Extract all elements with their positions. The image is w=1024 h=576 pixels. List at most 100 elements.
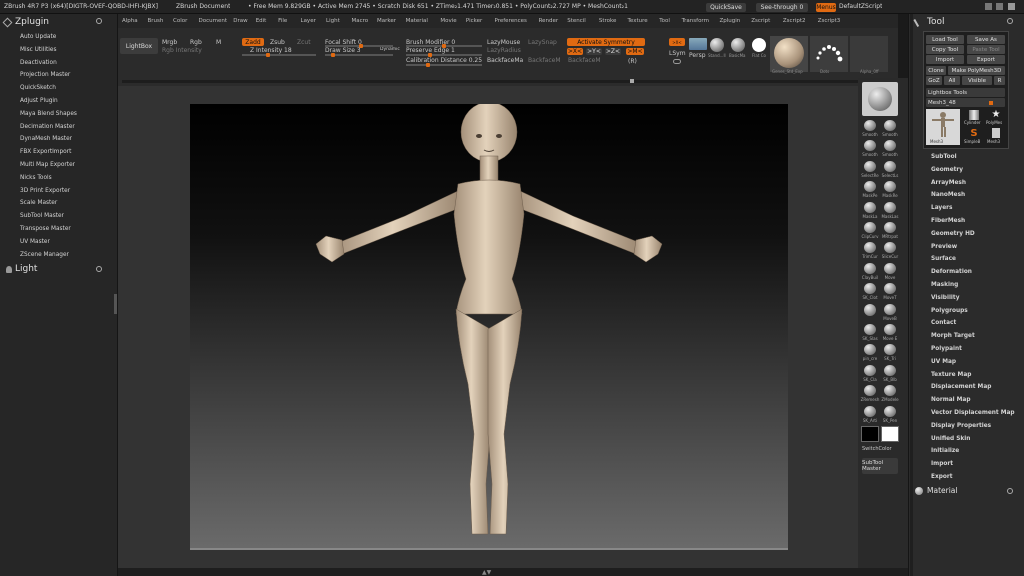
gyro-icon[interactable] xyxy=(673,59,681,64)
brush-button[interactable]: pin_cre xyxy=(860,344,880,361)
default-zscript-button[interactable]: DefaultZScript xyxy=(839,3,882,10)
menu-alpha[interactable]: Alpha xyxy=(122,18,138,24)
menu-movie[interactable]: Movie xyxy=(440,18,456,24)
all-button[interactable]: All xyxy=(944,76,960,85)
symmetry-x-button[interactable]: >X< xyxy=(567,48,583,55)
tool-thumb-mesh[interactable]: Mesh3 xyxy=(926,109,960,145)
zplugin-item[interactable]: Multi Map Exporter xyxy=(20,162,75,168)
lazyradius-slider[interactable]: LazyRadius xyxy=(487,47,521,54)
slider-knob[interactable] xyxy=(266,53,270,57)
brush-button[interactable]: ClipCurv xyxy=(860,222,880,239)
restore-icon[interactable] xyxy=(996,3,1003,10)
brush-thumbnail[interactable] xyxy=(710,38,724,52)
zplugin-item[interactable]: SubTool Master xyxy=(20,213,64,219)
paste-tool-button[interactable]: Paste Tool xyxy=(967,45,1005,54)
document-viewport[interactable] xyxy=(190,101,788,550)
brush-button[interactable]: SK_Cla xyxy=(860,364,880,382)
figure-model[interactable] xyxy=(190,101,788,550)
brush-button[interactable]: Move xyxy=(880,262,900,280)
menu-transform[interactable]: Transform xyxy=(682,18,709,24)
brush-button[interactable]: Smooth xyxy=(860,140,880,157)
subpalette-surface[interactable]: Surface xyxy=(931,256,956,262)
subpalette-deformation[interactable]: Deformation xyxy=(931,269,972,275)
switch-color-button[interactable]: SwitchColor xyxy=(862,446,892,452)
activate-symmetry-button[interactable]: Activate Symmetry xyxy=(567,38,645,46)
zplugin-item[interactable]: Adjust Plugin xyxy=(20,98,58,104)
rgb-intensity-slider[interactable]: Rgb Intensity xyxy=(162,47,202,54)
visible-button[interactable]: Visible xyxy=(962,76,992,85)
material-thumbnail[interactable] xyxy=(731,38,745,52)
subpalette-texture-map[interactable]: Texture Map xyxy=(931,372,971,378)
slider-knob[interactable] xyxy=(989,101,993,105)
brush-button[interactable]: Smooth xyxy=(880,140,900,157)
zplugin-item[interactable]: Transpose Master xyxy=(20,226,71,232)
perspective-button[interactable]: Persp xyxy=(689,52,706,59)
brush-button[interactable]: ZRemesh xyxy=(860,385,880,402)
tray-resize-handle[interactable] xyxy=(114,294,117,314)
zplugin-item[interactable]: Maya Blend Shapes xyxy=(20,111,77,117)
menu-color[interactable]: Color xyxy=(173,18,187,24)
subpalette-displacement-map[interactable]: Displacement Map xyxy=(931,384,991,390)
lsym-button[interactable]: LSym xyxy=(669,50,686,57)
bottom-tray-handle[interactable]: ▲▼ xyxy=(118,568,908,576)
brush-button[interactable]: MaskPe xyxy=(860,181,880,198)
backface-mask-2[interactable]: BackfaceM xyxy=(528,57,561,64)
subpalette-morph-target[interactable]: Morph Target xyxy=(931,333,975,339)
zplugin-item[interactable]: QuickSketch xyxy=(20,85,56,91)
brush-button[interactable]: Smooth xyxy=(860,120,880,137)
subpalette-export[interactable]: Export xyxy=(931,474,952,480)
brush-button[interactable]: MaskLas xyxy=(880,201,900,219)
menu-picker[interactable]: Picker xyxy=(466,18,482,24)
current-brush-preview[interactable]: Genes_Std_Exp xyxy=(770,36,808,74)
subpalette-preview[interactable]: Preview xyxy=(931,244,957,250)
export-button[interactable]: Export xyxy=(967,55,1005,64)
subpalette-subtool[interactable]: SubTool xyxy=(931,154,957,160)
zplugin-item[interactable]: Misc Utilities xyxy=(20,47,56,53)
import-button[interactable]: Import xyxy=(926,55,964,64)
tray-scrollbar[interactable] xyxy=(910,14,913,576)
brush-button[interactable]: SK_Tri xyxy=(880,344,900,361)
subpalette-contact[interactable]: Contact xyxy=(931,320,956,326)
brush-button[interactable]: MaskRe xyxy=(880,181,900,198)
tool-thumb-simplebrush[interactable]: S SimpleB xyxy=(964,128,984,145)
brush-button[interactable]: MoveT xyxy=(880,283,900,300)
menu-zscript[interactable]: Zscript xyxy=(751,18,770,24)
menu-zscript2[interactable]: Zscript2 xyxy=(783,18,806,24)
menu-edit[interactable]: Edit xyxy=(256,18,267,24)
subpalette-geometry-hd[interactable]: Geometry HD xyxy=(931,231,975,237)
lazymouse-button[interactable]: LazyMouse xyxy=(487,39,520,46)
subpalette-polygroups[interactable]: Polygroups xyxy=(931,308,968,314)
backface-mask-3[interactable]: BackfaceM xyxy=(568,57,601,64)
rgb-button[interactable]: Rgb xyxy=(190,39,202,46)
secondary-color-swatch[interactable] xyxy=(881,426,899,442)
menu-brush[interactable]: Brush xyxy=(148,18,164,24)
subpalette-polypaint[interactable]: Polypaint xyxy=(931,346,962,352)
refresh-icon[interactable] xyxy=(1007,18,1013,24)
menu-render[interactable]: Render xyxy=(539,18,559,24)
zplugin-item[interactable]: DynaMesh Master xyxy=(20,136,72,142)
zadd-button[interactable]: Zadd xyxy=(242,38,264,46)
brush-button[interactable]: Move E xyxy=(880,324,900,341)
brush-button[interactable]: ZModele xyxy=(880,385,900,402)
brush-button[interactable]: SK_Pen xyxy=(880,405,900,423)
close-icon[interactable] xyxy=(1008,3,1015,10)
menu-draw[interactable]: Draw xyxy=(233,18,247,24)
brush-button[interactable]: SK_Slas xyxy=(860,324,880,341)
current-tool-slider[interactable]: Mesh3_48 xyxy=(926,98,1005,107)
subpalette-visibility[interactable]: Visibility xyxy=(931,295,959,301)
brush-button[interactable]: SliceCur xyxy=(880,242,900,259)
mrgb-button[interactable]: Mrgb xyxy=(162,39,177,46)
clone-button[interactable]: Clone xyxy=(926,66,946,75)
expand-bottom-icon[interactable]: ▲▼ xyxy=(482,569,491,576)
window-icon[interactable] xyxy=(985,3,992,10)
refresh-icon[interactable] xyxy=(1007,488,1013,494)
menu-material[interactable]: Material xyxy=(406,18,428,24)
subpalette-import[interactable]: Import xyxy=(931,461,953,467)
subpalette-geometry[interactable]: Geometry xyxy=(931,167,963,173)
tool-thumb-polymesh[interactable]: ★ PolyMes xyxy=(986,109,1006,126)
subpalette-display-properties[interactable]: Display Properties xyxy=(931,423,991,429)
stroke-preview[interactable]: Dots xyxy=(810,36,848,74)
symmetry-m-button[interactable]: >M< xyxy=(626,48,644,55)
zplugin-item[interactable]: Decimation Master xyxy=(20,124,75,130)
main-color-swatch[interactable] xyxy=(861,426,879,442)
